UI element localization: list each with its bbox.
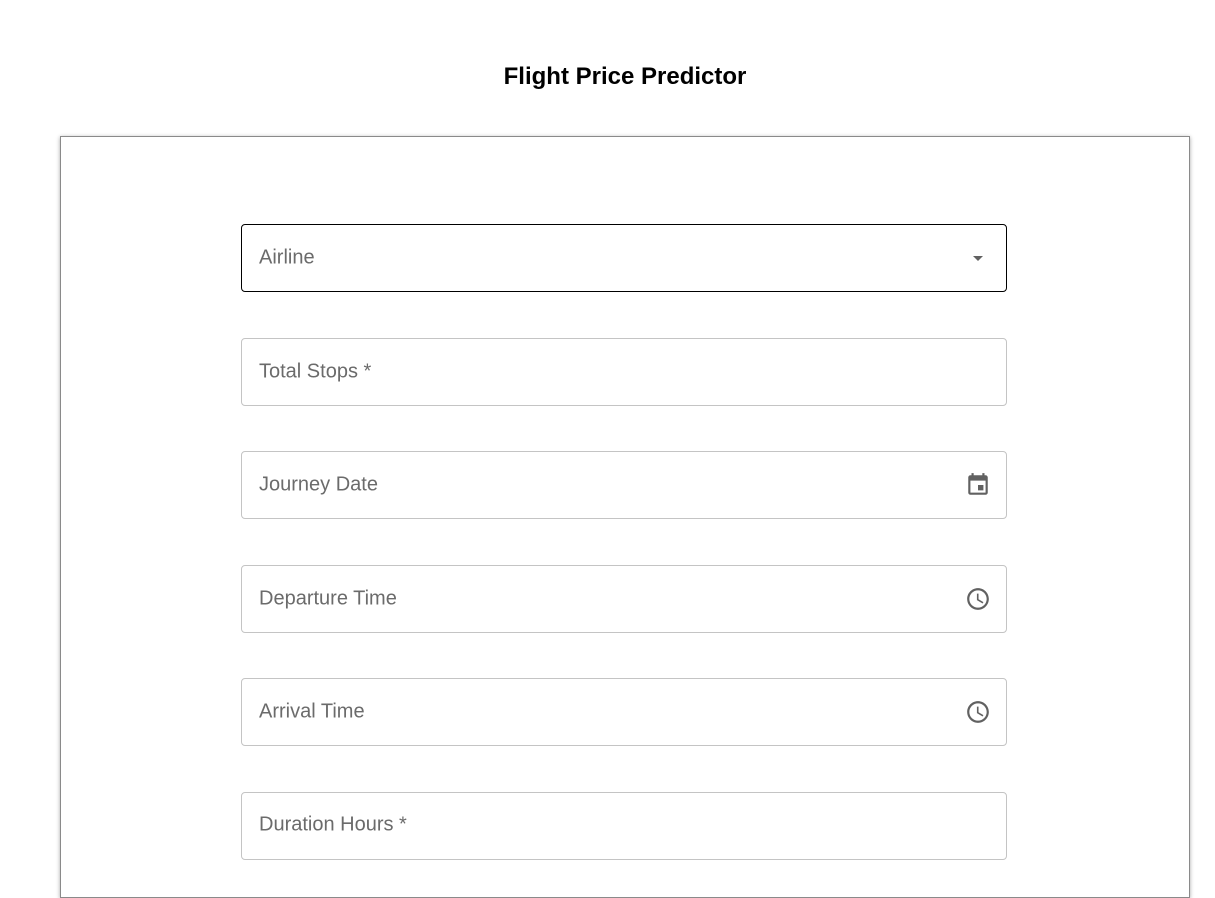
airline-label: Airline bbox=[259, 246, 315, 269]
clock-icon[interactable] bbox=[964, 698, 992, 726]
total-stops-input[interactable]: Total Stops * bbox=[241, 338, 1007, 406]
duration-hours-label: Duration Hours * bbox=[259, 813, 407, 836]
departure-time-input[interactable]: Departure Time bbox=[241, 565, 1007, 633]
arrival-time-label: Arrival Time bbox=[259, 700, 365, 723]
duration-hours-input[interactable]: Duration Hours * bbox=[241, 792, 1007, 860]
page-title: Flight Price Predictor bbox=[503, 63, 747, 90]
airline-select[interactable]: Airline bbox=[241, 224, 1007, 292]
clock-icon[interactable] bbox=[964, 585, 992, 613]
total-stops-label: Total Stops * bbox=[259, 360, 372, 383]
journey-date-input[interactable]: Journey Date bbox=[241, 451, 1007, 519]
dropdown-arrow-icon[interactable] bbox=[964, 244, 992, 272]
calendar-icon[interactable] bbox=[964, 471, 992, 499]
journey-date-label: Journey Date bbox=[259, 473, 378, 496]
arrival-time-input[interactable]: Arrival Time bbox=[241, 678, 1007, 746]
departure-time-label: Departure Time bbox=[259, 587, 397, 610]
